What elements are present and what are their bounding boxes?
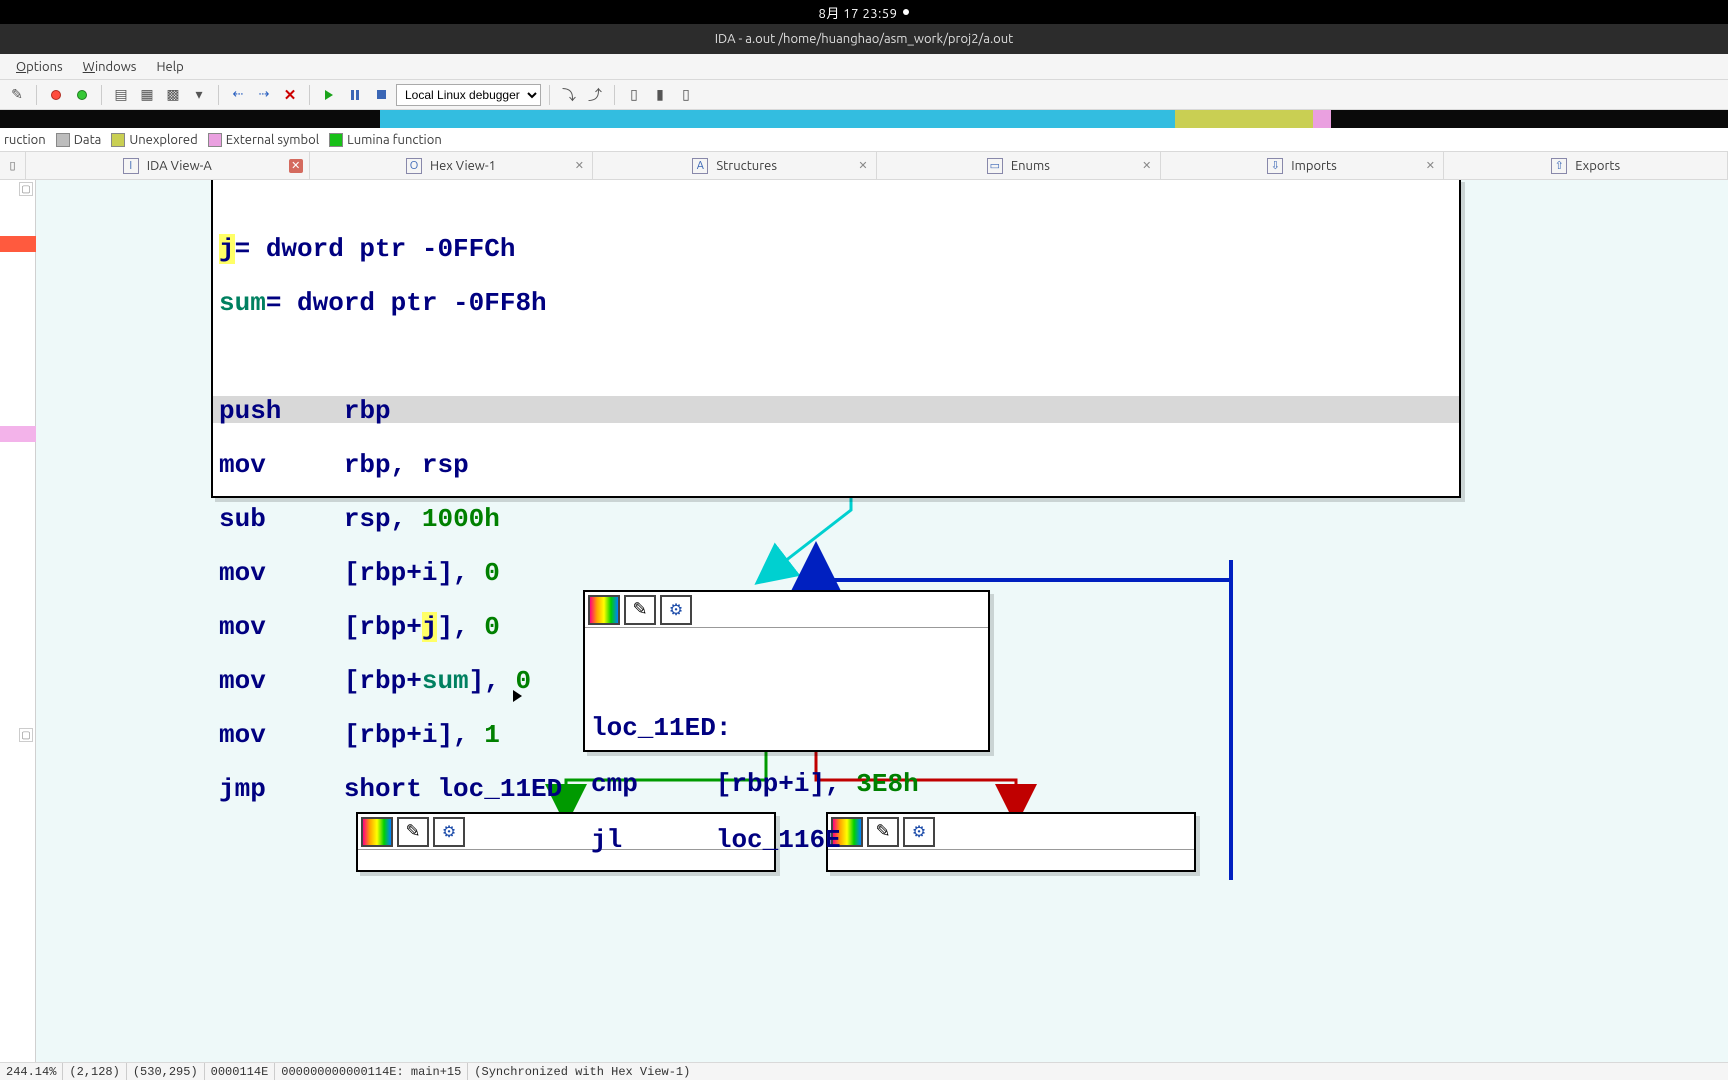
toolbar-separator — [218, 85, 219, 105]
status-bar: 244.14% (2,128) (530,295) 0000114E 00000… — [0, 1062, 1728, 1080]
status-offset: 0000114E — [205, 1063, 276, 1080]
hex-view-icon: O — [406, 158, 422, 174]
tab-imports[interactable]: ⇩ Imports ✕ — [1161, 152, 1445, 179]
xref-to-button[interactable]: ⇠ — [227, 84, 249, 106]
node-color-button[interactable] — [361, 817, 393, 847]
status-zoom: 244.14% — [0, 1063, 63, 1080]
step-button-2[interactable]: ⤴ — [584, 84, 606, 106]
misc-button-1[interactable]: ▯ — [623, 84, 645, 106]
script-button[interactable]: ✎ — [6, 84, 28, 106]
close-icon[interactable]: ✕ — [289, 159, 303, 173]
dock-button[interactable]: ▢ — [19, 728, 33, 742]
menu-options[interactable]: Options — [6, 60, 73, 74]
legend-data-swatch — [56, 133, 70, 147]
delete-button[interactable]: ✕ — [279, 84, 301, 106]
marker-current-icon — [0, 236, 36, 252]
legend-row: ruction Data Unexplored External symbol … — [0, 128, 1728, 152]
mini-sidebar: ▢ ▢ — [0, 180, 36, 1062]
legend-external-label: External symbol — [226, 133, 319, 147]
main-toolbar: ✎ ▤ ▦ ▩ ▾ ⇠ ⇢ ✕ Local Linux debugger ⤵ ⤴… — [0, 80, 1728, 110]
tab-ida-view[interactable]: I IDA View-A ✕ — [26, 152, 310, 179]
navigation-band[interactable] — [0, 110, 1728, 128]
view-tab-strip: ▯ I IDA View-A ✕ O Hex View-1 ✕ A Struct… — [0, 152, 1728, 180]
marker-pink-icon — [0, 426, 36, 442]
imports-icon: ⇩ — [1267, 158, 1283, 174]
pause-button[interactable] — [344, 84, 366, 106]
legend-lumina-swatch — [329, 133, 343, 147]
toolbar-separator — [549, 85, 550, 105]
ida-view-icon: I — [123, 158, 139, 174]
toolbar-separator — [101, 85, 102, 105]
toolbar-separator — [309, 85, 310, 105]
legend-external-swatch — [208, 133, 222, 147]
status-coord1: (2,128) — [63, 1063, 126, 1080]
window-title: IDA - a.out /home/huanghao/asm_work/proj… — [715, 32, 1014, 46]
node-settings-button[interactable]: ⚙ — [433, 817, 465, 847]
text-view-button[interactable]: ▤ — [110, 84, 132, 106]
step-button-1[interactable]: ⤵ — [558, 84, 580, 106]
close-icon[interactable]: ✕ — [572, 159, 586, 173]
legend-lumina-label: Lumina function — [347, 133, 442, 147]
desktop-clock[interactable]: 8月 17 23:59 — [819, 3, 898, 22]
close-icon[interactable]: ✕ — [1423, 159, 1437, 173]
menu-bar: Options Windows Help — [0, 54, 1728, 80]
graph-canvas[interactable]: j= dword ptr -0FFCh sum= dword ptr -0FF8… — [36, 180, 1728, 1062]
xref-from-button[interactable]: ⇢ — [253, 84, 275, 106]
exports-icon: ⇧ — [1551, 158, 1567, 174]
desktop-top-bar: 8月 17 23:59 — [0, 0, 1728, 24]
enums-icon: ▭ — [987, 158, 1003, 174]
window-title-bar: IDA - a.out /home/huanghao/asm_work/proj… — [0, 24, 1728, 54]
misc-button-2[interactable]: ▮ — [649, 84, 671, 106]
graph-view-button[interactable]: ▦ — [136, 84, 158, 106]
legend-instruction-label: ruction — [4, 133, 46, 147]
legend-unexplored-label: Unexplored — [129, 133, 197, 147]
tab-hex-view[interactable]: O Hex View-1 ✕ — [310, 152, 594, 179]
tab-structures[interactable]: A Structures ✕ — [593, 152, 877, 179]
proximity-view-button[interactable]: ▩ — [162, 84, 184, 106]
stop-button[interactable] — [370, 84, 392, 106]
close-icon[interactable]: ✕ — [1140, 159, 1154, 173]
run-button[interactable] — [318, 84, 340, 106]
disassembly-listing[interactable]: loc_11ED: cmp [rbp+i], 3E8h jl loc_116E — [585, 628, 988, 918]
tab-prev-button[interactable]: ▯ — [0, 152, 26, 179]
graph-node-entry[interactable]: j= dword ptr -0FFCh sum= dword ptr -0FF8… — [211, 180, 1461, 498]
tab-enums[interactable]: ▭ Enums ✕ — [877, 152, 1161, 179]
status-address: 000000000000114E: main+15 — [275, 1063, 468, 1080]
menu-help[interactable]: Help — [146, 60, 193, 74]
toolbar-separator — [614, 85, 615, 105]
breakpoint-red-icon[interactable] — [45, 84, 67, 106]
structures-icon: A — [692, 158, 708, 174]
dock-button[interactable]: ▢ — [19, 182, 33, 196]
misc-button-3[interactable]: ▯ — [675, 84, 697, 106]
status-coord2: (530,295) — [127, 1063, 205, 1080]
breakpoint-green-icon[interactable] — [71, 84, 93, 106]
dropdown-arrow-icon[interactable]: ▾ — [188, 84, 210, 106]
debugger-select[interactable]: Local Linux debugger — [396, 84, 541, 106]
toolbar-separator — [36, 85, 37, 105]
node-edit-button[interactable]: ✎ — [397, 817, 429, 847]
graph-workspace[interactable]: ▢ ▢ — [0, 180, 1728, 1062]
legend-unexplored-swatch — [111, 133, 125, 147]
close-icon[interactable]: ✕ — [856, 159, 870, 173]
notification-dot-icon — [903, 9, 909, 15]
menu-windows[interactable]: Windows — [73, 60, 147, 74]
status-sync: (Synchronized with Hex View-1) — [468, 1063, 696, 1080]
tab-exports[interactable]: ⇧ Exports — [1444, 152, 1728, 179]
legend-data-label: Data — [74, 133, 102, 147]
